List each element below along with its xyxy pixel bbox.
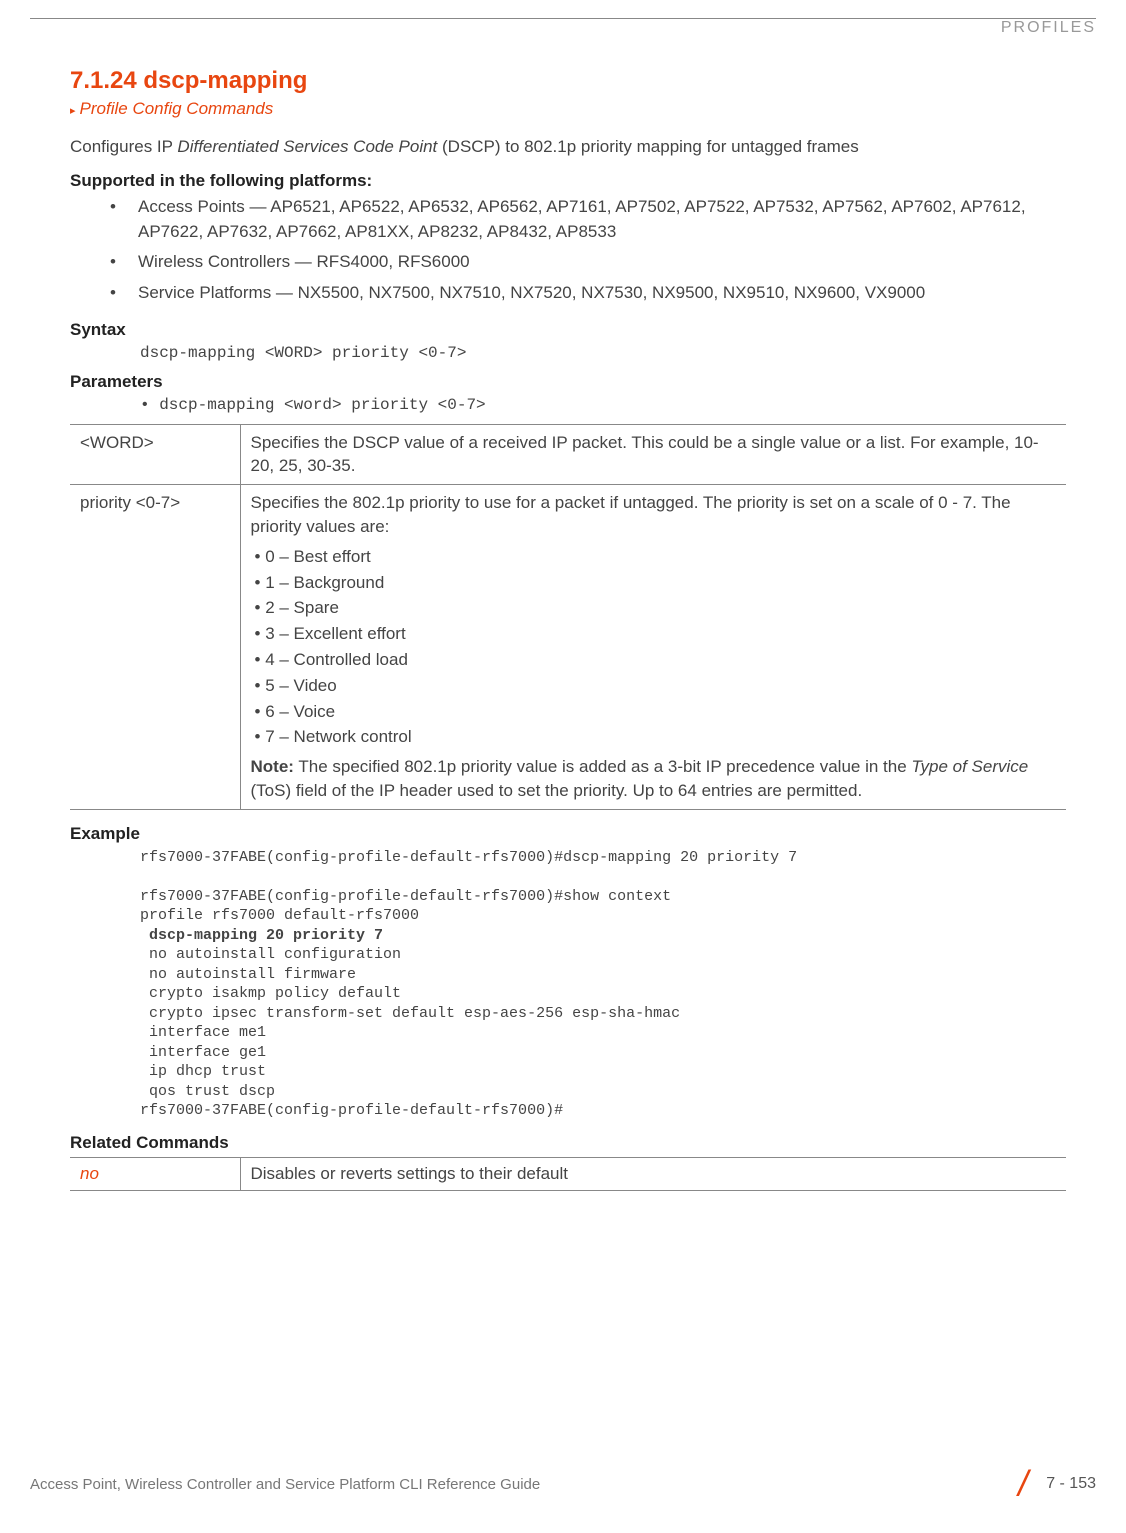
section-title: 7.1.24 dscp-mapping [70,67,1066,95]
list-item: 4 – Controlled load [255,648,1057,672]
param-desc: Specifies the 802.1p priority to use for… [240,485,1066,810]
list-item: 5 – Video [255,674,1057,698]
platforms-list: Access Points — AP6521, AP6522, AP6532, … [70,195,1066,306]
slash-icon: / [1018,1463,1028,1505]
related-cmd: no [70,1157,240,1190]
list-item: 1 – Background [255,571,1057,595]
breadcrumb: Profile Config Commands [70,99,1066,119]
param-name: priority <0-7> [70,485,240,810]
table-row: no Disables or reverts settings to their… [70,1157,1066,1190]
example-bold: dscp-mapping 20 priority 7 [140,927,383,944]
page-content: 7.1.24 dscp-mapping Profile Config Comma… [0,67,1126,1191]
param-name: <WORD> [70,424,240,485]
header-chapter-label: PROFILES [0,19,1126,67]
intro-paragraph: Configures IP Differentiated Services Co… [70,137,1066,157]
platform-item: Access Points — AP6521, AP6522, AP6532, … [110,195,1066,244]
example-l2: rfs7000-37FABE(config-profile-default-rf… [140,888,671,905]
table-row: <WORD> Specifies the DSCP value of a rec… [70,424,1066,485]
related-table: no Disables or reverts settings to their… [70,1157,1066,1191]
parameters-table: <WORD> Specifies the DSCP value of a rec… [70,424,1066,810]
note-label: Note: [251,757,294,776]
example-heading: Example [70,824,1066,844]
note-block: Note: The specified 802.1p priority valu… [251,755,1057,803]
list-item: 2 – Spare [255,596,1057,620]
syntax-heading: Syntax [70,320,1066,340]
platform-item: Service Platforms — NX5500, NX7500, NX75… [110,281,1066,306]
footer-right: / 7 - 153 [1018,1463,1096,1505]
list-item: 7 – Network control [255,725,1057,749]
footer-left: Access Point, Wireless Controller and Se… [30,1476,540,1493]
platforms-heading: Supported in the following platforms: [70,171,1066,191]
note-pre: The specified 802.1p priority value is a… [294,757,911,776]
intro-pre: Configures IP [70,137,177,156]
table-row: priority <0-7> Specifies the 802.1p prio… [70,485,1066,810]
intro-post: (DSCP) to 802.1p priority mapping for un… [437,137,858,156]
priority-values-list: 0 – Best effort 1 – Background 2 – Spare… [251,545,1057,749]
list-item: 0 – Best effort [255,545,1057,569]
list-item: 3 – Excellent effort [255,622,1057,646]
parameters-heading: Parameters [70,372,1066,392]
param-desc: Specifies the DSCP value of a received I… [240,424,1066,485]
page-number: 7 - 153 [1046,1475,1096,1493]
note-post: (ToS) field of the IP header used to set… [251,781,863,800]
platform-item: Wireless Controllers — RFS4000, RFS6000 [110,250,1066,275]
note-italic: Type of Service [911,757,1028,776]
related-heading: Related Commands [70,1133,1066,1153]
intro-italic: Differentiated Services Code Point [177,137,437,156]
example-l3: profile rfs7000 default-rfs7000 [140,907,419,924]
example-code: rfs7000-37FABE(config-profile-default-rf… [70,848,1066,1121]
param-desc-intro: Specifies the 802.1p priority to use for… [251,493,1011,536]
page-footer: Access Point, Wireless Controller and Se… [0,1463,1126,1505]
syntax-code: dscp-mapping <WORD> priority <0-7> [70,344,1066,362]
example-rest: no autoinstall configuration no autoinst… [140,946,680,1119]
list-item: 6 – Voice [255,700,1057,724]
parameters-intro: • dscp-mapping <word> priority <0-7> [70,396,1066,414]
related-desc: Disables or reverts settings to their de… [240,1157,1066,1190]
example-l1: rfs7000-37FABE(config-profile-default-rf… [140,849,797,866]
